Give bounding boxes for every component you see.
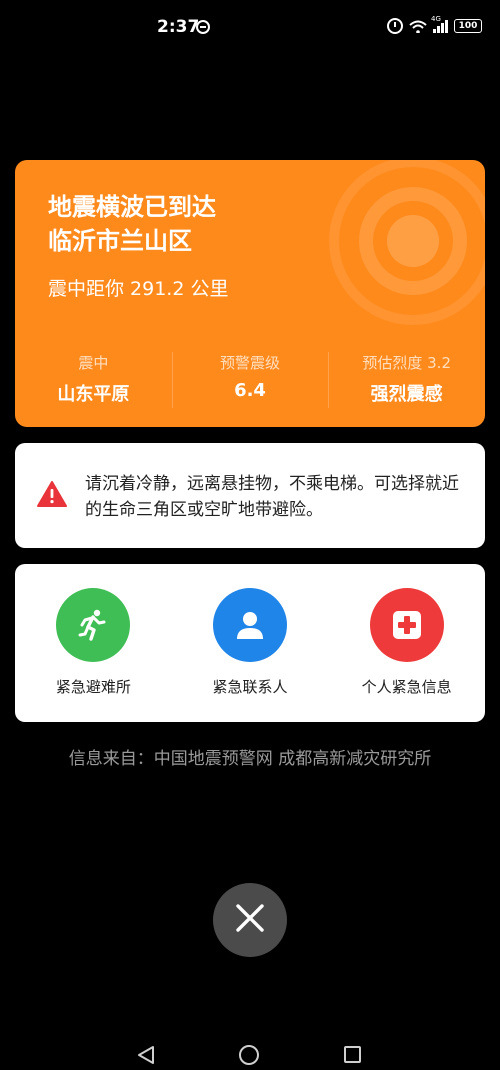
action-label: 紧急联系人 <box>212 678 288 696</box>
network-type: 4G <box>431 15 441 23</box>
alert-title-line1: 地震横波已到达 <box>48 193 216 221</box>
stat-label: 震中 <box>78 354 109 372</box>
stat-magnitude: 预警震级 6.4 <box>171 352 329 410</box>
safety-advice-card: 请沉着冷静，远离悬挂物，不乘电梯。可选择就近的生命三角区或空旷地带避险。 <box>15 443 485 548</box>
emergency-contact-button[interactable]: 紧急联系人 <box>172 564 329 722</box>
action-label: 紧急避难所 <box>55 678 131 696</box>
medical-cross-icon <box>369 588 444 662</box>
close-icon <box>235 903 265 937</box>
stat-label: 预警震级 <box>220 354 281 372</box>
warning-icon <box>37 480 67 508</box>
epicenter-distance: 震中距你 291.2 公里 <box>48 278 229 300</box>
contact-person-icon <box>213 588 287 662</box>
emergency-actions-card: 紧急避难所 紧急联系人 个人紧急信息 <box>15 564 485 722</box>
back-icon[interactable] <box>136 1045 156 1069</box>
earthquake-alert-card: 地震横波已到达 临沂市兰山区 震中距你 291.2 公里 震中 山东平原 预警震… <box>15 160 485 427</box>
stat-intensity: 预估烈度 3.2 强烈震感 <box>328 352 485 410</box>
safety-advice-text: 请沉着冷静，远离悬挂物，不乘电梯。可选择就近的生命三角区或空旷地带避险。 <box>85 474 459 520</box>
stat-value: 强烈震感 <box>370 384 443 405</box>
close-button[interactable] <box>213 883 287 957</box>
wifi-icon <box>409 19 427 33</box>
emergency-shelter-button[interactable]: 紧急避难所 <box>15 564 172 722</box>
recent-apps-icon[interactable] <box>344 1046 361 1063</box>
navigation-bar <box>0 1030 500 1070</box>
info-source: 信息来自：中国地震预警网 成都高新减灾研究所 <box>68 749 432 769</box>
personal-emergency-info-button[interactable]: 个人紧急信息 <box>328 564 485 722</box>
dnd-icon <box>196 20 210 34</box>
alarm-icon <box>387 18 403 34</box>
status-bar: 2:37 4G 100 <box>0 0 500 56</box>
battery-icon: 100 <box>454 19 482 33</box>
action-label: 个人紧急信息 <box>361 678 452 696</box>
status-icons: 4G 100 <box>387 15 482 34</box>
status-time: 2:37 <box>157 17 200 37</box>
alert-title: 地震横波已到达 临沂市兰山区 <box>48 190 216 258</box>
alert-title-line2: 临沂市兰山区 <box>48 227 192 255</box>
stat-value: 6.4 <box>234 380 266 401</box>
home-icon[interactable] <box>239 1045 259 1065</box>
alert-stats: 震中 山东平原 预警震级 6.4 预估烈度 3.2 强烈震感 <box>15 352 485 410</box>
signal-icon: 4G <box>431 15 448 33</box>
stat-value: 山东平原 <box>57 384 130 405</box>
stat-label: 预估烈度 3.2 <box>362 354 451 372</box>
stat-epicenter: 震中 山东平原 <box>15 352 172 410</box>
running-person-icon <box>56 588 131 662</box>
ripple-decoration <box>387 215 439 267</box>
